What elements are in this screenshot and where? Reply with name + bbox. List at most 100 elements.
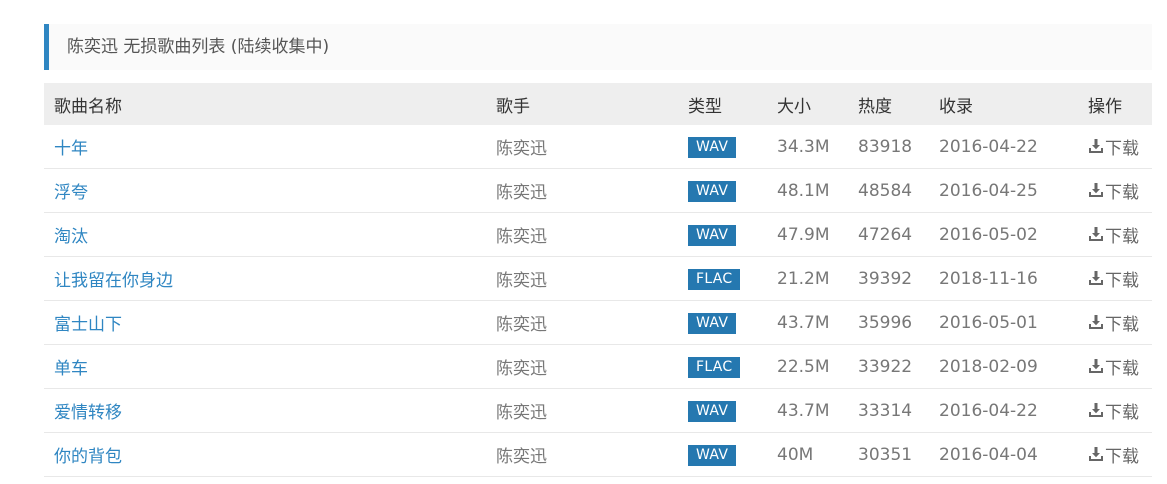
cell-type: WAV [678,212,767,257]
cell-artist: 陈奕迅 [486,256,678,301]
cell-type: FLAC [678,256,767,301]
cell-action: 下载 [1078,300,1152,345]
header-heat: 热度 [858,96,892,117]
song-list-panel: 陈奕迅 无损歌曲列表 (陆续收集中) 歌曲名称 歌手 类型 大小 热度 收录 操… [44,24,1152,477]
cell-action: 下载 [1078,432,1152,477]
cell-artist: 陈奕迅 [486,344,678,389]
cell-size: 21.2M [767,256,848,301]
table-header-row: 歌曲名称 歌手 类型 大小 热度 收录 操作 [44,83,1152,125]
header-action: 操作 [1088,96,1122,117]
song-link[interactable]: 十年 [54,139,88,159]
cell-type: WAV [678,125,767,169]
cell-added: 2016-05-01 [929,300,1078,345]
download-button[interactable]: 下载 [1088,134,1139,159]
download-button[interactable]: 下载 [1088,222,1139,247]
cell-size: 22.5M [767,344,848,389]
cell-artist: 陈奕迅 [486,300,678,345]
song-link[interactable]: 单车 [54,359,88,379]
format-badge: WAV [688,400,737,422]
cell-action: 下载 [1078,344,1152,389]
cell-heat: 33314 [848,388,929,433]
cell-artist: 陈奕迅 [486,388,678,433]
download-button[interactable]: 下载 [1088,354,1139,379]
format-badge: WAV [688,224,737,246]
cell-artist: 陈奕迅 [486,432,678,477]
header-added: 收录 [939,96,973,117]
download-icon [1088,182,1105,198]
cell-name: 单车 [44,344,486,389]
cell-type: WAV [678,168,767,213]
cell-added: 2016-05-02 [929,212,1078,257]
songs-table: 歌曲名称 歌手 类型 大小 热度 收录 操作 十年 陈奕迅 WAV 34.3M 8391… [44,83,1152,477]
download-label: 下载 [1105,270,1139,291]
format-badge: FLAC [688,356,741,378]
cell-heat: 35996 [848,300,929,345]
download-label: 下载 [1105,446,1139,467]
cell-added: 2018-02-09 [929,344,1078,389]
table-row: 十年 陈奕迅 WAV 34.3M 83918 2016-04-22 下载 [44,125,1152,169]
cell-type: WAV [678,432,767,477]
table-row: 淘汰 陈奕迅 WAV 47.9M 47264 2016-05-02 下载 [44,212,1152,257]
download-label: 下载 [1105,402,1139,423]
cell-action: 下载 [1078,168,1152,213]
table-body: 十年 陈奕迅 WAV 34.3M 83918 2016-04-22 下载 浮夸 陈奕迅 WAV 48… [44,125,1152,477]
table-row: 浮夸 陈奕迅 WAV 48.1M 48584 2016-04-25 下载 [44,168,1152,213]
cell-size: 48.1M [767,168,848,213]
song-link[interactable]: 让我留在你身边 [54,271,173,291]
cell-name: 爱情转移 [44,388,486,433]
download-button[interactable]: 下载 [1088,442,1139,467]
cell-size: 34.3M [767,125,848,169]
cell-type: WAV [678,300,767,345]
cell-name: 浮夸 [44,168,486,213]
cell-heat: 48584 [848,168,929,213]
cell-heat: 47264 [848,212,929,257]
download-button[interactable]: 下载 [1088,178,1139,203]
format-badge: WAV [688,180,737,202]
cell-heat: 33922 [848,344,929,389]
format-badge: WAV [688,444,737,466]
download-button[interactable]: 下载 [1088,266,1139,291]
download-button[interactable]: 下载 [1088,310,1139,335]
song-link[interactable]: 浮夸 [54,183,88,203]
download-icon [1088,446,1105,462]
header-size: 大小 [777,96,811,117]
download-label: 下载 [1105,226,1139,247]
cell-size: 40M [767,432,848,477]
format-badge: WAV [688,312,737,334]
song-link[interactable]: 富士山下 [54,315,122,335]
cell-name: 让我留在你身边 [44,256,486,301]
cell-name: 你的背包 [44,432,486,477]
header-type: 类型 [688,96,722,117]
cell-artist: 陈奕迅 [486,125,678,169]
table-row: 爱情转移 陈奕迅 WAV 43.7M 33314 2016-04-22 下载 [44,388,1152,433]
download-button[interactable]: 下载 [1088,398,1139,423]
cell-size: 47.9M [767,212,848,257]
cell-action: 下载 [1078,212,1152,257]
download-icon [1088,402,1105,418]
download-icon [1088,226,1105,242]
table-row: 富士山下 陈奕迅 WAV 43.7M 35996 2016-05-01 下载 [44,300,1152,345]
download-icon [1088,358,1105,374]
download-label: 下载 [1105,182,1139,203]
cell-added: 2018-11-16 [929,256,1078,301]
cell-heat: 83918 [848,125,929,169]
panel-title: 陈奕迅 无损歌曲列表 (陆续收集中) [44,24,1152,70]
song-link[interactable]: 你的背包 [54,447,122,467]
download-label: 下载 [1105,314,1139,335]
cell-type: WAV [678,388,767,433]
cell-action: 下载 [1078,125,1152,169]
cell-heat: 39392 [848,256,929,301]
format-badge: FLAC [688,268,741,290]
cell-size: 43.7M [767,300,848,345]
cell-name: 十年 [44,125,486,169]
cell-artist: 陈奕迅 [486,168,678,213]
song-link[interactable]: 淘汰 [54,227,88,247]
download-icon [1088,138,1105,154]
song-link[interactable]: 爱情转移 [54,403,122,423]
download-icon [1088,270,1105,286]
download-icon [1088,314,1105,330]
cell-added: 2016-04-04 [929,432,1078,477]
cell-type: FLAC [678,344,767,389]
cell-heat: 30351 [848,432,929,477]
cell-action: 下载 [1078,388,1152,433]
